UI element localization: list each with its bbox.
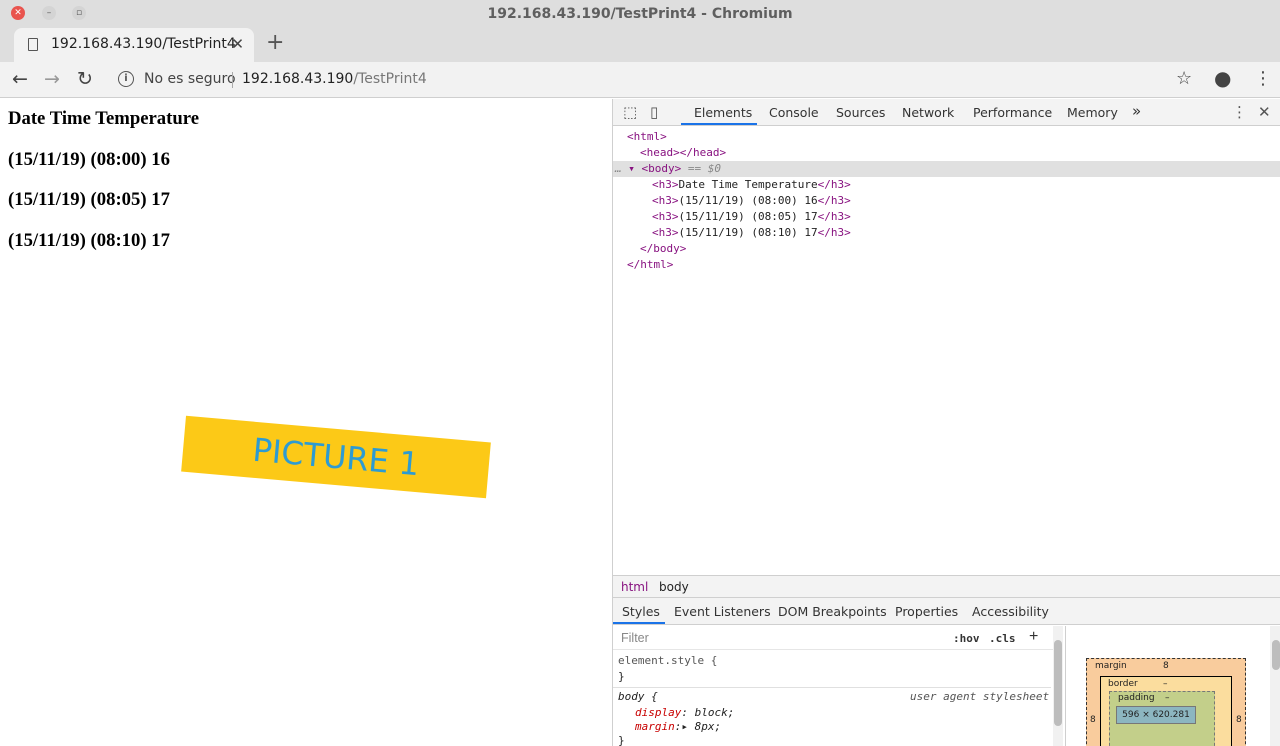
dom-node-html-close[interactable]: </html> [613, 257, 1280, 273]
reload-icon[interactable]: ↻ [77, 68, 93, 90]
margin-label: margin [1095, 661, 1127, 671]
address-bar[interactable]: 192.168.43.190/TestPrint4 [242, 71, 427, 87]
bookmark-star-icon[interactable]: ☆ [1176, 68, 1192, 89]
margin-left-value: 8 [1090, 715, 1096, 725]
tab-properties[interactable]: Properties [895, 604, 958, 619]
more-tabs-icon[interactable]: » [1132, 102, 1141, 120]
menu-kebab-icon[interactable]: ⋮ [1254, 68, 1272, 89]
tab-dom-breakpoints[interactable]: DOM Breakpoints [778, 604, 887, 619]
security-label[interactable]: No es seguro [144, 71, 236, 87]
class-toggle[interactable]: .cls [989, 632, 1016, 645]
body-rule-selector[interactable]: body { [618, 690, 658, 703]
dom-node-head[interactable]: <head></head> [613, 145, 1280, 161]
padding-label: padding [1118, 693, 1155, 703]
border-value: – [1163, 679, 1168, 689]
box-model-pane: margin 8 8 8 border – padding – 596 × 62… [1065, 626, 1280, 746]
back-icon[interactable]: ← [12, 68, 28, 90]
box-model-scrollbar[interactable] [1270, 626, 1280, 746]
tab-memory[interactable]: Memory [1067, 105, 1118, 120]
close-brace: } [618, 670, 625, 683]
devtools-close-icon[interactable]: ✕ [1258, 103, 1271, 121]
active-subtab-indicator [613, 622, 665, 624]
url-path: /TestPrint4 [353, 71, 427, 87]
devtools-panel: ⬚ ▯ Elements Console Sources Network Per… [612, 99, 1280, 746]
box-model-margin[interactable]: margin 8 8 8 border – padding – 596 × 62… [1086, 658, 1246, 746]
padding-value: – [1165, 693, 1170, 703]
dom-tree: <html> <head></head> … ▾ <body> == $0 <h… [613, 127, 1280, 575]
active-tab-indicator [681, 123, 757, 125]
page-viewport: Date Time Temperature (15/11/19) (08:00)… [0, 99, 612, 746]
device-toolbar-icon[interactable]: ▯ [650, 103, 658, 121]
tab-close-icon[interactable]: ✕ [231, 35, 244, 53]
window-title: 192.168.43.190/TestPrint4 - Chromium [487, 6, 793, 22]
styles-scrollbar[interactable] [1053, 626, 1063, 746]
styles-filter-input[interactable]: Filter [621, 631, 649, 645]
style-property-margin[interactable]: margin:▸ 8px; [635, 720, 721, 733]
dom-node-h3[interactable]: <h3>Date Time Temperature</h3> [613, 177, 1280, 193]
element-style-rule[interactable]: element.style { [618, 654, 717, 667]
info-icon[interactable]: i [118, 71, 134, 87]
picture-label: PICTURE 1 [251, 430, 421, 484]
tab-network[interactable]: Network [902, 105, 954, 120]
page-icon [28, 38, 38, 51]
styles-subtabbar: Styles Event Listeners DOM Breakpoints P… [613, 598, 1280, 625]
url-host: 192.168.43.190 [242, 71, 354, 87]
close-brace: } [618, 734, 625, 746]
heading-row-1: (15/11/19) (08:00) 16 [8, 149, 170, 170]
heading-header: Date Time Temperature [8, 108, 200, 129]
tab-performance[interactable]: Performance [973, 105, 1052, 120]
browser-tab[interactable]: 192.168.43.190/TestPrint4 ✕ [14, 28, 254, 62]
hover-state-toggle[interactable]: :hov [953, 632, 980, 645]
border-label: border [1108, 679, 1138, 689]
inspect-element-icon[interactable]: ⬚ [623, 103, 637, 121]
devtools-tabbar: ⬚ ▯ Elements Console Sources Network Per… [613, 99, 1280, 126]
picture-placeholder: PICTURE 1 [181, 415, 491, 499]
new-style-rule-icon[interactable]: + [1029, 628, 1038, 646]
url-separator [232, 72, 233, 88]
box-model-border[interactable]: border – padding – 596 × 620.281 [1100, 676, 1232, 746]
tab-strip: 192.168.43.190/TestPrint4 ✕ + [0, 28, 1280, 62]
styles-filter-bar: Filter :hov .cls + [613, 626, 1063, 650]
new-tab-icon[interactable]: + [266, 30, 284, 55]
profile-icon[interactable]: ● [1214, 66, 1231, 90]
style-property-display[interactable]: display: block; [635, 706, 734, 719]
heading-row-3: (15/11/19) (08:10) 17 [8, 230, 170, 251]
margin-top-value: 8 [1163, 661, 1169, 671]
dom-node-body[interactable]: … ▾ <body> == $0 [613, 161, 1280, 177]
devtools-menu-icon[interactable]: ⋮ [1232, 103, 1247, 121]
dom-node-h3[interactable]: <h3>(15/11/19) (08:05) 17</h3> [613, 209, 1280, 225]
dom-node-h3[interactable]: <h3>(15/11/19) (08:10) 17</h3> [613, 225, 1280, 241]
tab-accessibility[interactable]: Accessibility [972, 604, 1049, 619]
tab-styles[interactable]: Styles [622, 604, 660, 619]
heading-row-2: (15/11/19) (08:05) 17 [8, 189, 170, 210]
tab-console[interactable]: Console [769, 105, 819, 120]
rule-divider [613, 687, 1051, 688]
tab-label: 192.168.43.190/TestPrint4 [51, 36, 236, 52]
dom-node-html[interactable]: <html> [613, 129, 1280, 145]
tab-sources[interactable]: Sources [836, 105, 885, 120]
margin-right-value: 8 [1236, 715, 1242, 725]
tab-elements[interactable]: Elements [694, 105, 752, 120]
breadcrumb-body[interactable]: body [659, 580, 689, 594]
box-model-padding[interactable]: padding – 596 × 620.281 [1109, 691, 1215, 746]
dom-node-body-close[interactable]: </body> [613, 241, 1280, 257]
box-model-content[interactable]: 596 × 620.281 [1116, 706, 1196, 724]
breadcrumb-html[interactable]: html [621, 580, 648, 594]
breadcrumb: html body [613, 575, 1280, 598]
user-agent-label: user agent stylesheet [910, 690, 1050, 703]
tab-event-listeners[interactable]: Event Listeners [674, 604, 771, 619]
window-titlebar: ✕ – ▫ 192.168.43.190/TestPrint4 - Chromi… [0, 0, 1280, 28]
styles-pane: Filter :hov .cls + element.style { } bod… [613, 626, 1063, 746]
forward-icon[interactable]: → [44, 68, 60, 90]
browser-toolbar: ← → ↻ i No es seguro 192.168.43.190/Test… [0, 62, 1280, 98]
dom-node-h3[interactable]: <h3>(15/11/19) (08:00) 16</h3> [613, 193, 1280, 209]
